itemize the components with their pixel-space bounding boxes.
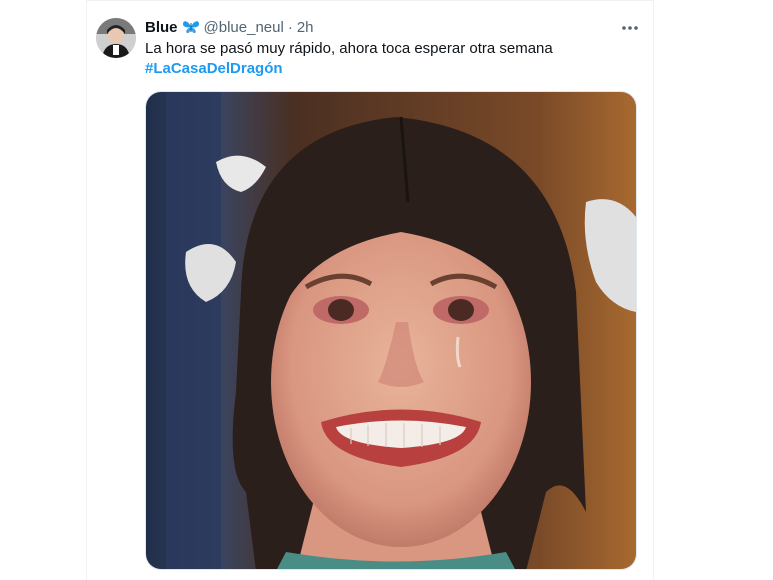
butterfly-icon (182, 18, 200, 36)
tweet-timestamp[interactable]: 2h (297, 19, 314, 36)
separator-dot: · (287, 18, 293, 36)
tweet-header: Blue @blue_neul · 2h (145, 17, 314, 37)
tweet-text: La hora se pasó muy rápido, ahora toca e… (145, 39, 625, 79)
author-handle[interactable]: @blue_neul (204, 19, 284, 36)
tweet-body: La hora se pasó muy rápido, ahora toca e… (145, 40, 553, 57)
hashtag-link[interactable]: #LaCasaDelDragón (145, 59, 625, 79)
tweet-media-image[interactable] (145, 91, 637, 570)
avatar[interactable] (96, 18, 136, 58)
more-options-icon[interactable] (620, 18, 640, 38)
author-name[interactable]: Blue (145, 19, 178, 36)
